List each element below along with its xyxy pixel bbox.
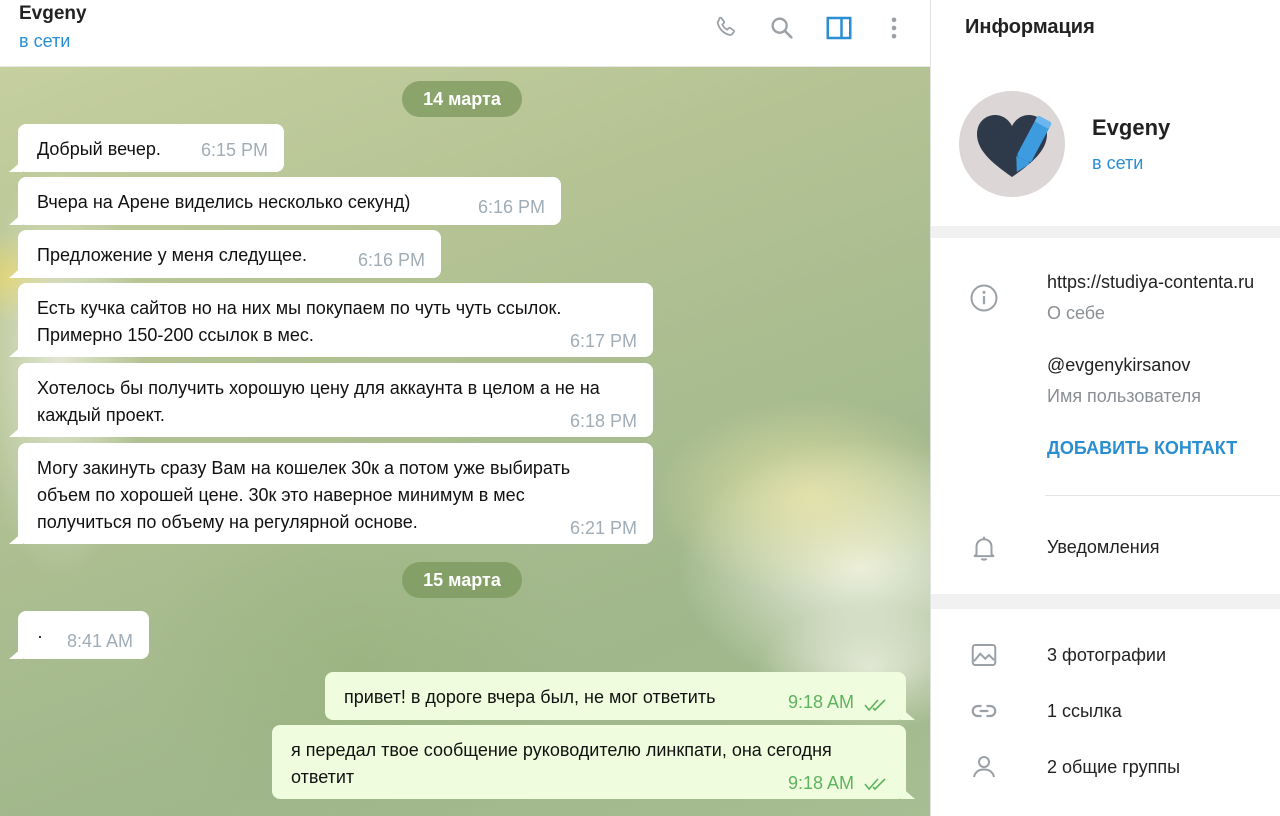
- link-icon-wrap: [968, 695, 1000, 727]
- message-text: Есть кучка сайтов но на них мы покупаем …: [37, 298, 562, 345]
- links-link[interactable]: 1 ссылка: [1047, 701, 1122, 722]
- message-bubble-incoming[interactable]: Вчера на Арене виделись несколько секунд…: [9, 177, 561, 225]
- username-label: Имя пользователя: [1047, 386, 1202, 406]
- notifications-label[interactable]: Уведомления: [1047, 537, 1160, 558]
- message-time: 8:41 AM: [66, 631, 133, 651]
- phone-icon: [716, 16, 735, 36]
- add-contact-button[interactable]: ДОБАВИТЬ КОНТАКТ: [1047, 438, 1237, 459]
- message-bubble-incoming[interactable]: · 8:41 AM: [9, 611, 149, 659]
- message-text: Вчера на Арене виделись несколько секунд…: [37, 192, 411, 212]
- chat-header: Evgeny в сети: [0, 0, 930, 67]
- date-separator: 14 марта: [402, 81, 522, 117]
- message-text: Могу закинуть сразу Вам на кошелек 30к а…: [37, 458, 571, 532]
- bio-label: О себе: [1047, 303, 1105, 323]
- message-time: 6:15 PM: [200, 140, 268, 160]
- message-text: ·: [37, 626, 43, 646]
- message-bubble-incoming[interactable]: Хотелось бы получить хорошую цену для ак…: [9, 363, 653, 437]
- peer-name[interactable]: Evgeny: [19, 3, 87, 25]
- divider: [1045, 495, 1280, 496]
- info-icon-wrap: [968, 282, 1000, 314]
- message-bubble-incoming[interactable]: Предложение у меня следущее. 6:16 PM: [9, 230, 441, 278]
- details-card: https://studiya-contenta.ru О себе @evge…: [931, 238, 1280, 594]
- info-header: Информация: [931, 0, 1280, 67]
- message-bubble-outgoing[interactable]: привет! в дороге вчера был, не мог ответ…: [325, 672, 915, 720]
- more-vertical-icon: [891, 17, 897, 39]
- message-time: 6:17 PM: [569, 331, 637, 351]
- groups-link[interactable]: 2 общие группы: [1047, 757, 1180, 778]
- message-bubble-outgoing[interactable]: я передал твое сообщение руководителю ли…: [272, 725, 915, 799]
- message-text: привет! в дороге вчера был, не мог ответ…: [344, 687, 716, 707]
- bio-value[interactable]: https://studiya-contenta.ru: [1047, 272, 1254, 293]
- message-time: 6:18 PM: [569, 411, 637, 431]
- profile-status: в сети: [1092, 153, 1144, 173]
- message-text: я передал твое сообщение руководителю ли…: [291, 740, 832, 787]
- phone-button[interactable]: [706, 8, 746, 48]
- peer-status: в сети: [19, 31, 71, 51]
- message-bubble-incoming[interactable]: Есть кучка сайтов но на них мы покупаем …: [9, 283, 653, 357]
- profile-name: Evgeny: [1092, 115, 1171, 140]
- photo-icon-wrap: [968, 639, 1000, 671]
- user-icon: [973, 756, 995, 778]
- double-check-icon: [864, 778, 886, 791]
- link-icon: [971, 704, 997, 718]
- chat-panel: 14 марта Добрый вечер. 6:15 PM Вчера на …: [0, 0, 930, 816]
- info-icon: [970, 284, 998, 312]
- photo-icon: [971, 644, 997, 666]
- avatar[interactable]: [959, 91, 1065, 197]
- date-separator: 15 марта: [402, 562, 522, 598]
- message-bubble-incoming[interactable]: Могу закинуть сразу Вам на кошелек 30к а…: [9, 443, 653, 544]
- search-button[interactable]: [762, 8, 802, 48]
- info-panel: Информация Evgeny в сети https://studiya…: [930, 0, 1280, 816]
- sidebar-toggle-icon: [826, 16, 852, 40]
- chat-background: 14 марта Добрый вечер. 6:15 PM Вчера на …: [0, 67, 930, 816]
- sidebar-toggle-button[interactable]: [819, 8, 859, 48]
- bell-icon-wrap: [968, 532, 1000, 564]
- more-button[interactable]: [874, 8, 914, 48]
- username-value[interactable]: @evgenykirsanov: [1047, 355, 1190, 376]
- bell-icon: [973, 536, 995, 561]
- message-time: 6:16 PM: [357, 250, 425, 270]
- message-time: 6:16 PM: [477, 197, 545, 217]
- message-time: 9:18 AM: [787, 692, 854, 712]
- profile-card: Evgeny в сети: [931, 67, 1280, 226]
- media-card: 3 фотографии 1 ссылка 2 общие группы: [931, 609, 1280, 816]
- user-icon-wrap: [968, 751, 1000, 783]
- message-time: 9:18 AM: [787, 773, 854, 793]
- double-check-icon: [864, 699, 886, 712]
- heart-pen-icon: [977, 115, 1052, 177]
- message-text: Предложение у меня следущее.: [37, 245, 307, 265]
- message-bubble-incoming[interactable]: Добрый вечер. 6:15 PM: [9, 124, 284, 172]
- search-icon: [771, 17, 793, 39]
- photos-link[interactable]: 3 фотографии: [1047, 645, 1166, 666]
- message-text: Добрый вечер.: [37, 139, 161, 159]
- info-title: Информация: [965, 16, 1095, 38]
- message-time: 6:21 PM: [569, 518, 637, 538]
- message-text: Хотелось бы получить хорошую цену для ак…: [37, 378, 600, 425]
